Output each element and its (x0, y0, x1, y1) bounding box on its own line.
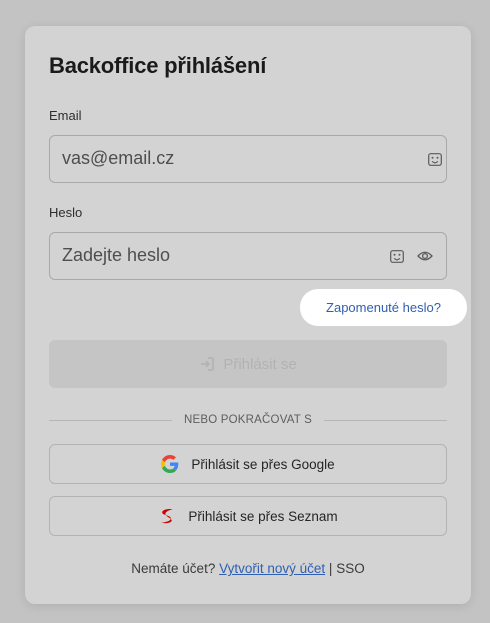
login-button[interactable]: Přihlásit se (49, 340, 447, 388)
google-login-label: Přihlásit se přes Google (191, 456, 335, 472)
divider-line-right (324, 419, 448, 421)
google-login-button[interactable]: Přihlásit se přes Google (49, 444, 447, 484)
page-title: Backoffice přihlášení (49, 53, 267, 78)
footer-separator: | (328, 561, 333, 576)
login-button-label: Přihlásit se (223, 355, 297, 373)
seznam-login-label: Přihlásit se přes Seznam (188, 508, 338, 524)
footer-prompt: Nemáte účet? (131, 561, 216, 576)
seznam-login-button[interactable]: Přihlásit se přes Seznam (49, 496, 447, 536)
password-label: Heslo (49, 205, 83, 220)
eye-icon[interactable] (417, 249, 433, 263)
footer: Nemáte účet? Vytvořit nový účet | SSO (25, 561, 471, 576)
email-label: Email (49, 108, 82, 123)
sso-link[interactable]: SSO (336, 561, 365, 576)
password-field[interactable]: Zadejte heslo (49, 232, 447, 280)
keyboard-icon[interactable] (390, 250, 404, 263)
seznam-icon (161, 509, 173, 524)
password-placeholder: Zadejte heslo (62, 245, 171, 265)
keyboard-icon[interactable] (428, 153, 442, 166)
forgot-password-link[interactable]: Zapomenuté heslo? (300, 289, 467, 326)
login-arrow-icon (201, 357, 215, 371)
login-card: Backoffice přihlášení Email vas@email.cz… (25, 26, 471, 604)
email-placeholder: vas@email.cz (62, 148, 175, 168)
google-icon (161, 455, 179, 473)
email-field[interactable]: vas@email.cz (49, 135, 447, 183)
divider-text: NEBO POKRAČOVAT S (184, 414, 313, 426)
divider: NEBO POKRAČOVAT S (49, 412, 448, 428)
create-account-link[interactable]: Vytvořit nový účet (219, 561, 325, 576)
divider-line-left (49, 419, 172, 421)
